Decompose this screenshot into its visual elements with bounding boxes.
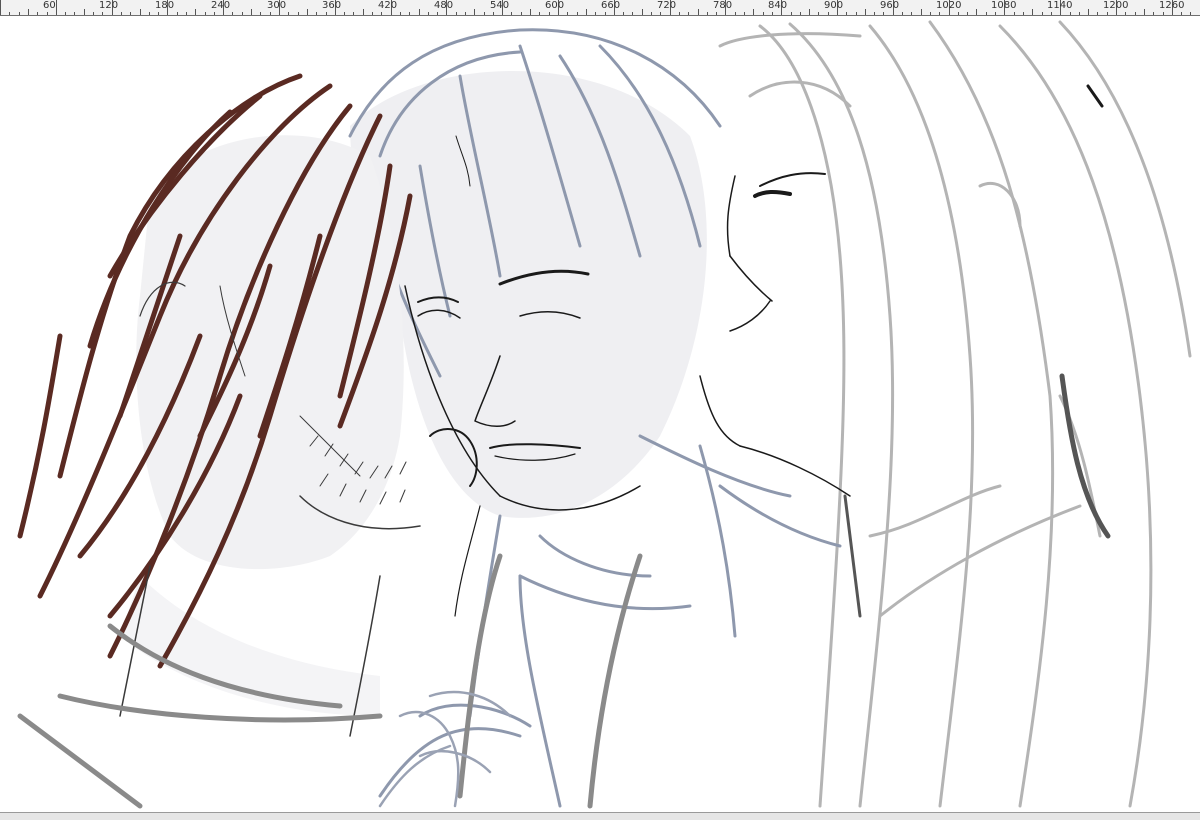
ruler-label-600: 600 <box>545 0 565 11</box>
ruler-label-180: 180 <box>155 0 175 11</box>
ruler-label-840: 840 <box>768 0 788 11</box>
ruler-label-1020: 1020 <box>936 0 962 11</box>
horizontal-ruler[interactable]: 60 120 180 240 300 360 420 480 540 600 6… <box>0 0 1200 16</box>
ruler-label-1140: 1140 <box>1047 0 1073 11</box>
ruler-label-60: 60 <box>43 0 56 11</box>
drawing-canvas[interactable] <box>0 16 1200 812</box>
ruler-label-900: 900 <box>824 0 844 11</box>
ruler-label-480: 480 <box>434 0 454 11</box>
ruler-label-1080: 1080 <box>991 0 1017 11</box>
drawing-app-window: 60 120 180 240 300 360 420 480 540 600 6… <box>0 0 1200 820</box>
ruler-label-1260: 1260 <box>1159 0 1185 11</box>
ruler-label-1200: 1200 <box>1103 0 1129 11</box>
ruler-label-240: 240 <box>211 0 231 11</box>
ruler-label-360: 360 <box>322 0 342 11</box>
artwork-layers <box>17 20 1192 809</box>
middle-figure-skin-shade <box>350 71 707 518</box>
ruler-label-120: 120 <box>99 0 119 11</box>
ruler-label-660: 660 <box>601 0 621 11</box>
ruler-label-960: 960 <box>880 0 900 11</box>
ruler-label-420: 420 <box>378 0 398 11</box>
right-figure-gray-sketch <box>718 20 1192 808</box>
ruler-label-540: 540 <box>490 0 510 11</box>
ruler-label-300: 300 <box>267 0 287 11</box>
canvas-bottom-scrollbar[interactable] <box>0 812 1200 820</box>
ruler-label-780: 780 <box>713 0 733 11</box>
ruler-label-720: 720 <box>657 0 677 11</box>
ruler-ticks <box>0 0 1191 15</box>
